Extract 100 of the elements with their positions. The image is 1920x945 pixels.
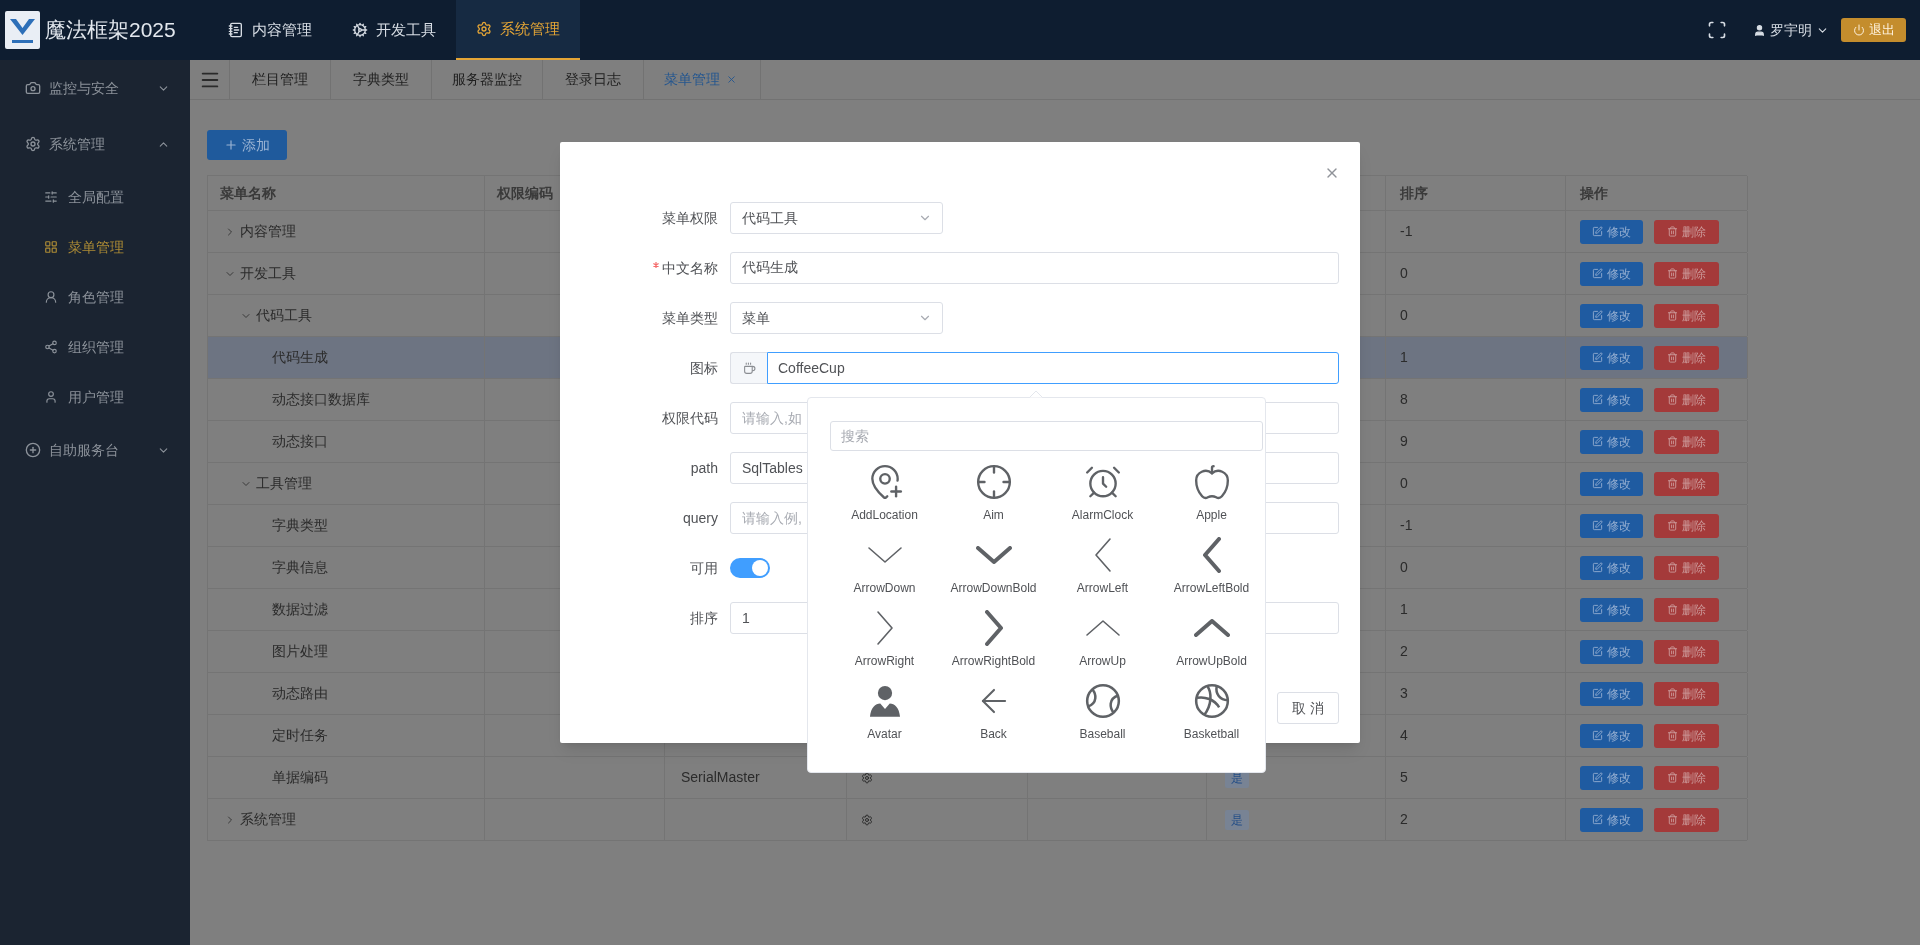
edit-button[interactable]: 修改	[1580, 471, 1643, 496]
field-label: query	[682, 508, 718, 528]
input-field[interactable]: 代码生成	[730, 252, 1339, 284]
settings-icon	[25, 136, 41, 152]
delete-button[interactable]: 删除	[1654, 303, 1719, 328]
page-tab[interactable]: 登录日志	[543, 60, 644, 99]
icon-option[interactable]: ArrowUpBold	[1157, 603, 1266, 676]
nav-tab[interactable]: 系统管理	[455, 0, 580, 60]
sidebar-item[interactable]: 组织管理	[0, 322, 190, 372]
column-header: 菜单名称	[208, 176, 485, 210]
trash-icon	[1667, 520, 1678, 531]
select-field[interactable]: 菜单	[730, 302, 943, 334]
icon-option[interactable]: Avatar	[830, 676, 939, 749]
page-tab[interactable]: 栏目管理	[230, 60, 331, 99]
sidebar-group[interactable]: 自助服务台	[0, 422, 190, 478]
toggle-switch[interactable]	[730, 558, 770, 578]
delete-button[interactable]: 删除	[1654, 807, 1719, 832]
trash-icon	[1667, 604, 1678, 615]
edit-button[interactable]: 修改	[1580, 345, 1643, 370]
edit-button[interactable]: 修改	[1580, 765, 1643, 790]
edit-button[interactable]: 修改	[1580, 387, 1643, 412]
table-cell-text: 8	[1400, 390, 1408, 409]
icon-option[interactable]: Baseball	[1048, 676, 1157, 749]
user-menu[interactable]: 罗宇明	[1753, 19, 1829, 41]
fullscreen-icon[interactable]	[1707, 20, 1727, 40]
edit-icon	[1592, 730, 1603, 741]
close-icon[interactable]	[726, 74, 737, 85]
user-icon	[1753, 23, 1766, 37]
nav-tab[interactable]: 开发工具	[331, 0, 456, 60]
user-icon	[44, 290, 58, 304]
delete-button[interactable]: 删除	[1654, 345, 1719, 370]
gear-icon	[351, 22, 368, 38]
table-cell-text: 2	[1400, 642, 1408, 661]
bold-chevron-right-icon	[984, 610, 1003, 646]
field-label: 权限代码	[662, 408, 718, 428]
edit-icon	[1592, 520, 1603, 531]
edit-button[interactable]: 修改	[1580, 723, 1643, 748]
sidebar-item[interactable]: 全局配置	[0, 172, 190, 222]
icon-option[interactable]: ArrowRight	[830, 603, 939, 676]
select-field[interactable]: 代码工具	[730, 202, 943, 234]
field-label: 菜单类型	[662, 308, 718, 328]
icon-option[interactable]: Basketball	[1157, 676, 1266, 749]
delete-button[interactable]: 删除	[1654, 639, 1719, 664]
icon-option[interactable]: ArrowDownBold	[939, 530, 1048, 603]
sidebar-group[interactable]: 系统管理	[0, 116, 190, 172]
power-icon	[1852, 24, 1865, 36]
icon-option[interactable]: ArrowLeft	[1048, 530, 1157, 603]
edit-button[interactable]: 修改	[1580, 303, 1643, 328]
edit-button[interactable]: 修改	[1580, 219, 1643, 244]
table-cell-text: 图片处理	[272, 642, 328, 661]
edit-button[interactable]: 修改	[1580, 261, 1643, 286]
table-cell-text: -1	[1400, 516, 1413, 535]
chevron-left-icon	[1093, 537, 1112, 573]
page-tab[interactable]: 服务器监控	[432, 60, 543, 99]
nav-tab[interactable]: 内容管理	[207, 0, 332, 60]
delete-button[interactable]: 删除	[1654, 765, 1719, 790]
logout-button[interactable]: 退出	[1841, 18, 1906, 42]
table-cell-text: 1	[1400, 348, 1408, 367]
icon-option[interactable]: ArrowLeftBold	[1157, 530, 1266, 603]
delete-button[interactable]: 删除	[1654, 429, 1719, 454]
icon-option[interactable]: ArrowDown	[830, 530, 939, 603]
trash-icon	[1667, 562, 1678, 573]
table-cell-text: 内容管理	[240, 222, 296, 241]
table-cell-text: 0	[1400, 558, 1408, 577]
edit-button[interactable]: 修改	[1580, 555, 1643, 580]
delete-button[interactable]: 删除	[1654, 387, 1719, 412]
delete-button[interactable]: 删除	[1654, 219, 1719, 244]
icon-option[interactable]: ArrowUp	[1048, 603, 1157, 676]
delete-button[interactable]: 删除	[1654, 471, 1719, 496]
trash-icon	[1667, 436, 1678, 447]
edit-button[interactable]: 修改	[1580, 513, 1643, 538]
search-field[interactable]: 搜索	[830, 421, 1263, 451]
icon-option[interactable]: ArrowRightBold	[939, 603, 1048, 676]
table-cell-text: 数据过滤	[272, 600, 328, 619]
sidebar-item[interactable]: 角色管理	[0, 272, 190, 322]
page-tab[interactable]: 字典类型	[331, 60, 432, 99]
delete-button[interactable]: 删除	[1654, 555, 1719, 580]
field-label: 可用	[690, 558, 718, 578]
edit-button[interactable]: 修改	[1580, 429, 1643, 454]
input-field[interactable]: CoffeeCup	[767, 352, 1339, 384]
user-icon	[44, 390, 58, 404]
table-cell-text: 0	[1400, 306, 1408, 325]
sidebar-item[interactable]: 用户管理	[0, 372, 190, 422]
icon-option[interactable]: Back	[939, 676, 1048, 749]
delete-button[interactable]: 删除	[1654, 723, 1719, 748]
delete-button[interactable]: 删除	[1654, 597, 1719, 622]
edit-button[interactable]: 修改	[1580, 681, 1643, 706]
delete-button[interactable]: 删除	[1654, 261, 1719, 286]
delete-button[interactable]: 删除	[1654, 681, 1719, 706]
sidebar-group[interactable]: 监控与安全	[0, 60, 190, 116]
sliders-icon	[44, 190, 58, 204]
edit-button[interactable]: 修改	[1580, 807, 1643, 832]
cancel-button[interactable]: 取 消	[1277, 692, 1339, 724]
table-row[interactable]: 系统管理 是 2 修改 删除	[208, 799, 1747, 841]
delete-button[interactable]: 删除	[1654, 513, 1719, 538]
table-cell-text: 定时任务	[272, 726, 328, 745]
add-button[interactable]: 添加	[207, 130, 287, 160]
sidebar-item[interactable]: 菜单管理	[0, 222, 190, 272]
edit-button[interactable]: 修改	[1580, 597, 1643, 622]
edit-button[interactable]: 修改	[1580, 639, 1643, 664]
